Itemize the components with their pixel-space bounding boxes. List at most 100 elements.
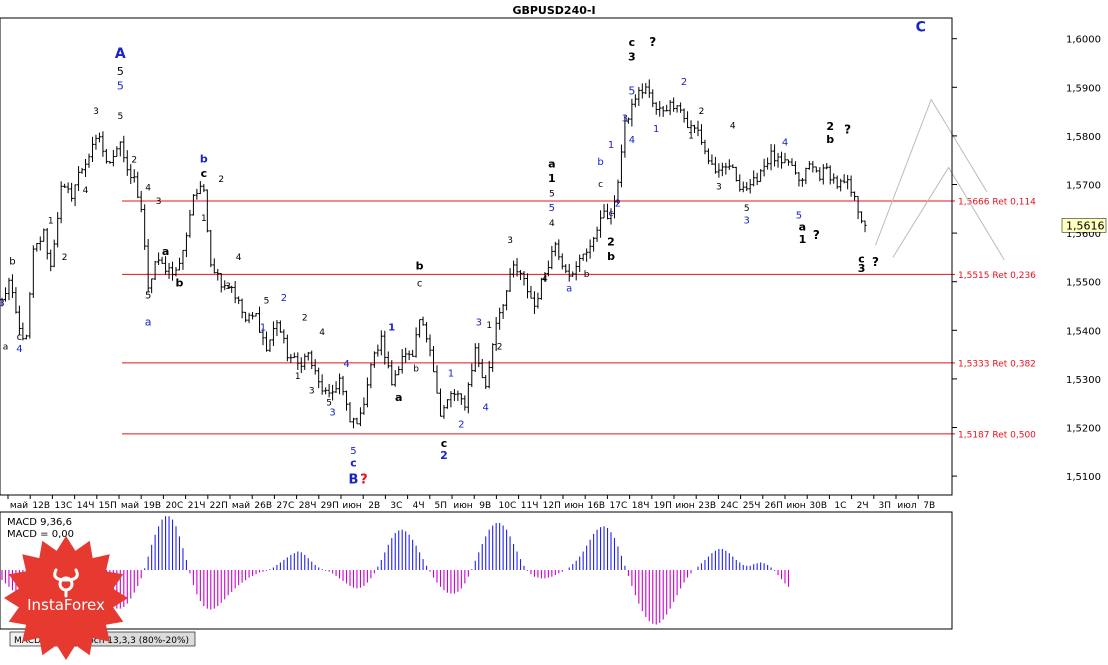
wave-label: 3 xyxy=(476,317,482,328)
time-tick-label: май xyxy=(232,501,250,511)
time-tick-label: 20С xyxy=(166,501,184,511)
time-tick-label: 2Ч xyxy=(857,501,869,511)
wave-label: 4 xyxy=(343,359,349,370)
wave-label: 1 xyxy=(608,140,614,151)
wave-label: b xyxy=(597,157,603,168)
time-tick-label: 4Ч xyxy=(413,501,425,511)
time-tick-label: 14Ч xyxy=(77,501,95,511)
time-tick-label: 23В xyxy=(698,501,716,511)
wave-label: ? xyxy=(844,122,851,136)
wave-label: a xyxy=(145,315,152,328)
wave-label: C xyxy=(916,19,926,35)
wave-label: ? xyxy=(813,228,820,242)
wave-label: 3 xyxy=(225,282,231,292)
time-tick-label: май xyxy=(121,501,139,511)
wave-label: 3 xyxy=(858,262,866,275)
wave-label: c xyxy=(441,437,448,450)
macd-panel-label: MACD 9,36,6 xyxy=(7,517,72,528)
wave-label: a xyxy=(799,221,806,234)
price-tick-label: 1,5800 xyxy=(1066,132,1101,143)
time-tick-label: июл xyxy=(897,501,916,511)
wave-label: 1 xyxy=(201,214,207,224)
wave-label: 4 xyxy=(549,219,555,229)
time-tick-label: 10С xyxy=(499,501,517,511)
time-tick-label: май xyxy=(10,501,28,511)
wave-label: b xyxy=(9,257,15,268)
wave-label: 5 xyxy=(628,85,635,98)
wave-label: 5 xyxy=(117,65,124,78)
wave-label: ? xyxy=(649,35,656,49)
wave-label: 1 xyxy=(388,322,395,333)
wave-label: 4 xyxy=(782,138,788,149)
wave-label: c xyxy=(17,332,23,343)
time-tick-label: 3С xyxy=(390,501,402,511)
wave-label: b xyxy=(584,270,590,280)
time-tick-label: 27С xyxy=(277,501,295,511)
time-tick-label: 13С xyxy=(55,501,73,511)
wave-label: 1 xyxy=(260,322,266,333)
time-tick-label: 21Ч xyxy=(188,501,206,511)
price-tick-label: 1,5500 xyxy=(1066,278,1101,289)
logo-text: InstaForex xyxy=(27,596,105,614)
current-price-marker: 1,5616 xyxy=(1061,218,1107,233)
wave-label: 2 xyxy=(826,120,834,133)
wave-label: b xyxy=(200,153,208,166)
wave-label: 5 xyxy=(264,297,270,307)
chart-canvas: GBPUSD240-I 1,5666 Ret 0,1141,5515 Ret 0… xyxy=(0,0,1108,661)
time-tick-label: 19П xyxy=(654,501,672,511)
wave-label: 2 xyxy=(699,107,705,117)
chart-title: GBPUSD240-I xyxy=(512,4,595,17)
wave-label: b xyxy=(413,365,419,375)
time-tick-label: июн xyxy=(675,501,694,511)
wave-label: 2 xyxy=(497,343,503,353)
wave-label: 2 xyxy=(218,175,224,185)
wave-label: 3 xyxy=(309,386,315,396)
wave-label: 3 xyxy=(716,182,722,192)
time-tick-label: 15П xyxy=(99,501,117,511)
time-tick-label: 22П xyxy=(210,501,228,511)
wave-label: 3 xyxy=(156,197,162,207)
chart-root: GBPUSD240-I 1,5666 Ret 0,114 1,5515 Ret 0… xyxy=(0,0,1108,661)
time-tick-label: 12П xyxy=(543,501,561,511)
wave-label: 4 xyxy=(236,253,242,263)
time-tick-label: 16В xyxy=(587,501,605,511)
time-tick-label: 11Ч xyxy=(521,501,539,511)
wave-label: c xyxy=(417,279,423,290)
wave-label: 4 xyxy=(629,135,635,146)
time-tick-label: 17С xyxy=(610,501,628,511)
wave-label: 2 xyxy=(440,449,448,462)
wave-label: c xyxy=(201,167,208,180)
wave-label: 4 xyxy=(145,183,151,193)
wave-label: 1 xyxy=(688,131,694,141)
wave-label: ? xyxy=(360,472,368,487)
wave-label: a xyxy=(548,157,555,170)
price-tick-label: 1,5200 xyxy=(1066,424,1101,435)
wave-label: 1 xyxy=(653,124,659,135)
wave-label: 2 xyxy=(302,314,308,324)
wave-label: 2 xyxy=(615,198,621,209)
time-tick-label: июн xyxy=(564,501,583,511)
wave-label: b xyxy=(176,277,184,290)
wave-label: a xyxy=(566,283,572,294)
time-tick-label: 25Ч xyxy=(743,501,761,511)
wave-label: B xyxy=(349,472,359,487)
time-tick-label: июн xyxy=(342,501,361,511)
wave-label: ? xyxy=(872,255,879,269)
wave-label: 5 xyxy=(117,80,124,93)
instaforex-logo: InstaForex xyxy=(4,536,128,660)
fib-label-1: 1,5515 Ret 0,236 xyxy=(958,271,1036,281)
wave-label: 1 xyxy=(548,172,556,185)
time-tick-label: 5П xyxy=(435,501,448,511)
wave-label: 2 xyxy=(458,420,464,431)
price-tick-label: 1,5300 xyxy=(1066,375,1101,386)
time-tick-label: 30В xyxy=(809,501,827,511)
time-tick-label: 7В xyxy=(923,501,935,511)
price-tick-label: 1,5400 xyxy=(1066,326,1101,337)
wave-label: 4 xyxy=(16,344,22,355)
time-tick-label: 3П xyxy=(879,501,892,511)
wave-label: 1 xyxy=(48,216,54,226)
time-tick-label: 29П xyxy=(321,501,339,511)
wave-label: 5 xyxy=(549,190,555,200)
wave-label: 2 xyxy=(681,77,687,88)
wave-label: 1 xyxy=(799,233,807,246)
